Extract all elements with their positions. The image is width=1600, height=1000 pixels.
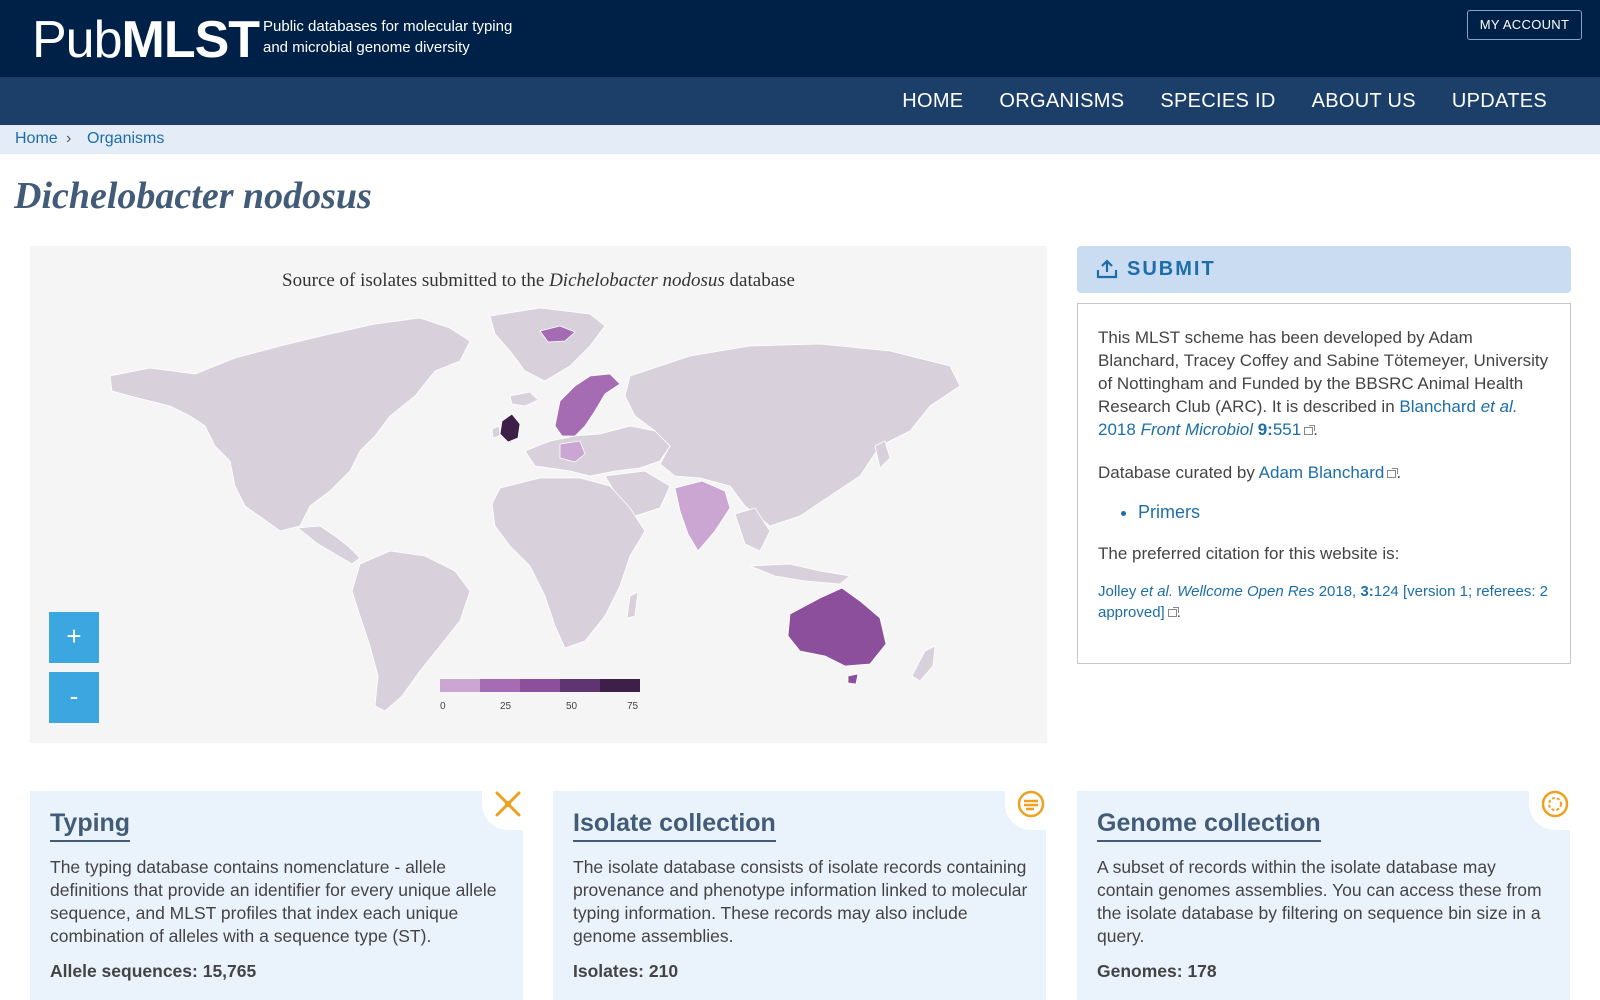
nav-updates[interactable]: UPDATES (1452, 77, 1547, 125)
genome-collection-card[interactable]: Genome collection A subset of records wi… (1077, 791, 1570, 1000)
map-region-madagascar (626, 591, 639, 619)
logo-text-bold: MLST (121, 11, 261, 69)
map-title-prefix: Source of isolates submitted to the (282, 270, 550, 291)
isolate-card-title[interactable]: Isolate collection (573, 809, 776, 842)
typing-card[interactable]: Typing The typing database contains nome… (30, 791, 523, 1000)
map-title: Source of isolates submitted to the Dich… (30, 270, 1047, 292)
map-region-new-zealand (911, 645, 936, 682)
citation-heading: The preferred citation for this website … (1098, 544, 1400, 563)
map-region-north-america (109, 317, 471, 532)
legend-tick-75: 75 (627, 701, 639, 712)
legend-swatch-5 (600, 679, 640, 692)
isolate-collection-card[interactable]: Isolate collection The isolate database … (553, 791, 1046, 1000)
tagline-line-1: Public databases for molecular typing (263, 18, 513, 35)
map-region-india (674, 480, 731, 552)
map-region-tasmania (847, 673, 859, 685)
curator-email-link[interactable]: Adam Blanchard (1259, 463, 1385, 482)
legend-swatch-1 (440, 679, 480, 692)
page-title: Dichelobacter nodosus (14, 175, 372, 217)
nav-home[interactable]: HOME (902, 77, 963, 125)
map-title-suffix: database (724, 270, 795, 291)
primers-link[interactable]: Primers (1138, 502, 1200, 523)
citation-link[interactable]: Jolley et al. Wellcome Open Res 2018, 3:… (1098, 583, 1548, 621)
map-region-japan (874, 440, 891, 469)
map-region-africa (491, 477, 646, 649)
genome-card-stat: Genomes: 178 (1097, 961, 1217, 981)
scheme-info-box: This MLST scheme has been developed by A… (1077, 303, 1571, 664)
typing-card-title[interactable]: Typing (50, 809, 131, 842)
scheme-description: This MLST scheme has been developed by A… (1098, 328, 1549, 439)
nav-species-id[interactable]: SPECIES ID (1160, 77, 1275, 125)
map-region-central-america (297, 525, 361, 565)
map-legend: 0 25 50 75 (440, 679, 640, 712)
legend-swatch-3 (520, 679, 560, 692)
breadcrumb-home[interactable]: Home (15, 130, 58, 148)
isolate-source-map[interactable]: 0 25 50 75 Source of isolates submitted … (30, 246, 1047, 743)
genome-card-title[interactable]: Genome collection (1097, 809, 1321, 842)
citation-reference: Jolley et al. Wellcome Open Res 2018, 3:… (1098, 583, 1549, 621)
logo-text-light: Pub (32, 11, 123, 69)
zoom-in-button[interactable]: + (49, 612, 99, 663)
genome-card-description: A subset of records within the isolate d… (1097, 857, 1542, 946)
external-link-icon (1167, 607, 1179, 617)
legend-swatch-4 (560, 679, 600, 692)
legend-swatch-2 (480, 679, 520, 692)
resource-list: Primers (1138, 502, 1200, 523)
main-nav: HOME ORGANISMS SPECIES ID ABOUT US UPDAT… (0, 77, 1600, 125)
nav-organisms[interactable]: ORGANISMS (999, 77, 1124, 125)
legend-tick-0: 0 (440, 701, 446, 712)
legend-tick-25: 25 (500, 701, 512, 712)
world-map[interactable]: 0 25 50 75 (30, 246, 1047, 743)
legend-tick-50: 50 (566, 701, 578, 712)
curator-label: Database curated by (1098, 463, 1259, 482)
map-region-europe (524, 425, 671, 477)
chevron-right-icon: › (66, 130, 72, 147)
map-region-iceland (509, 391, 539, 407)
my-account-button[interactable]: MY ACCOUNT (1467, 10, 1582, 40)
typing-card-stat: Allele sequences: 15,765 (50, 961, 257, 981)
pubmlst-logo[interactable]: PubMLST (32, 10, 261, 70)
map-region-australia (787, 587, 887, 667)
tagline-line-2: and microbial genome diversity (263, 39, 470, 56)
zoom-out-button[interactable]: - (49, 672, 99, 723)
map-region-scandinavia (554, 373, 621, 437)
breadcrumb: Home › Organisms (0, 125, 1600, 154)
email-icon (1387, 468, 1399, 478)
nav-about-us[interactable]: ABOUT US (1312, 77, 1416, 125)
map-region-greenland (489, 307, 606, 382)
typing-card-description: The typing database contains nomenclatur… (50, 857, 497, 946)
map-region-asia (624, 343, 961, 527)
map-title-organism: Dichelobacter nodosus (549, 270, 725, 291)
breadcrumb-organisms[interactable]: Organisms (87, 130, 164, 148)
submit-button[interactable]: SUBMIT (1077, 246, 1571, 293)
isolate-card-description: The isolate database consists of isolate… (573, 857, 1028, 946)
isolate-card-stat: Isolates: 210 (573, 961, 679, 981)
external-link-icon (1304, 425, 1316, 435)
curator-line: Database curated by Adam Blanchard. (1098, 463, 1402, 482)
map-region-indonesia (749, 563, 851, 585)
upload-icon (1096, 259, 1118, 279)
top-header: PubMLST Public databases for molecular t… (0, 0, 1600, 77)
map-region-ireland (491, 425, 501, 439)
site-tagline: Public databases for molecular typing an… (263, 16, 553, 58)
submit-label: SUBMIT (1127, 258, 1216, 280)
map-region-uk (499, 413, 521, 443)
